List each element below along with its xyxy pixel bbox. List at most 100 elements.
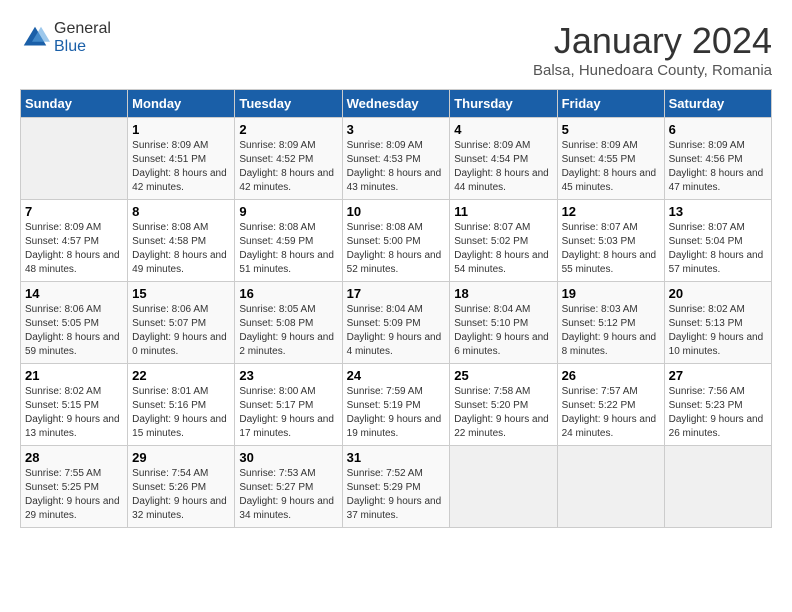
day-number: 4	[454, 122, 552, 137]
week-row-1: 1Sunrise: 8:09 AMSunset: 4:51 PMDaylight…	[21, 118, 772, 200]
day-info: Sunrise: 8:03 AMSunset: 5:12 PMDaylight:…	[562, 303, 660, 359]
day-info: Sunrise: 8:04 AMSunset: 5:09 PMDaylight:…	[347, 303, 446, 359]
day-number: 18	[454, 286, 552, 301]
day-cell: 20Sunrise: 8:02 AMSunset: 5:13 PMDayligh…	[664, 282, 771, 364]
day-info: Sunrise: 7:58 AMSunset: 5:20 PMDaylight:…	[454, 385, 552, 441]
day-info: Sunrise: 8:09 AMSunset: 4:55 PMDaylight:…	[562, 139, 660, 195]
day-cell: 30 Sunrise: 7:53 AMSunset: 5:27 PMDayligh…	[235, 446, 342, 528]
day-cell: 17 Sunrise: 8:04 AMSunset: 5:09 PMDayligh…	[342, 282, 450, 364]
day-number: 17	[347, 286, 446, 301]
logo-general-text: General	[54, 20, 111, 37]
column-header-sunday: Sunday	[21, 90, 128, 118]
page-header: General Blue January 2024 Balsa, Hunedoa…	[20, 20, 772, 79]
day-cell: 10 Sunrise: 8:08 AMSunset: 5:00 PMDayligh…	[342, 200, 450, 282]
calendar-subtitle: Balsa, Hunedoara County, Romania	[533, 62, 772, 79]
day-cell: 1Sunrise: 8:09 AMSunset: 4:51 PMDaylight…	[128, 118, 235, 200]
day-number: 12	[562, 204, 660, 219]
day-cell: 24 Sunrise: 7:59 AMSunset: 5:19 PMDayligh…	[342, 364, 450, 446]
day-number: 3	[347, 122, 446, 137]
day-number: 7	[25, 204, 123, 219]
week-row-3: 14 Sunrise: 8:06 AMSunset: 5:05 PMDayligh…	[21, 282, 772, 364]
day-number: 10	[347, 204, 446, 219]
day-number: 23	[239, 368, 337, 383]
day-cell	[664, 446, 771, 528]
day-info: Sunrise: 8:09 AMSunset: 4:51 PMDaylight:…	[132, 139, 230, 195]
header-row: SundayMondayTuesdayWednesdayThursdayFrid…	[21, 90, 772, 118]
column-header-saturday: Saturday	[664, 90, 771, 118]
week-row-4: 21 Sunrise: 8:02 AMSunset: 5:15 PMDayligh…	[21, 364, 772, 446]
day-cell: 4Sunrise: 8:09 AMSunset: 4:54 PMDaylight…	[450, 118, 557, 200]
day-number: 28	[25, 450, 123, 465]
day-cell: 26Sunrise: 7:57 AMSunset: 5:22 PMDayligh…	[557, 364, 664, 446]
column-header-tuesday: Tuesday	[235, 90, 342, 118]
column-header-thursday: Thursday	[450, 90, 557, 118]
day-cell: 9Sunrise: 8:08 AMSunset: 4:59 PMDaylight…	[235, 200, 342, 282]
day-info: Sunrise: 8:06 AMSunset: 5:05 PMDaylight:…	[25, 303, 123, 359]
day-info: Sunrise: 8:08 AMSunset: 4:58 PMDaylight:…	[132, 221, 230, 277]
day-info: Sunrise: 7:54 AMSunset: 5:26 PMDaylight:…	[132, 467, 230, 523]
day-cell: 3 Sunrise: 8:09 AMSunset: 4:53 PMDaylight…	[342, 118, 450, 200]
day-cell: 11 Sunrise: 8:07 AMSunset: 5:02 PMDayligh…	[450, 200, 557, 282]
day-number: 27	[669, 368, 767, 383]
day-number: 11	[454, 204, 552, 219]
day-number: 22	[132, 368, 230, 383]
logo-blue-text: Blue	[54, 38, 86, 55]
day-info: Sunrise: 8:07 AMSunset: 5:04 PMDaylight:…	[669, 221, 767, 277]
day-number: 13	[669, 204, 767, 219]
day-cell: 2Sunrise: 8:09 AMSunset: 4:52 PMDaylight…	[235, 118, 342, 200]
day-cell: 21 Sunrise: 8:02 AMSunset: 5:15 PMDayligh…	[21, 364, 128, 446]
day-number: 8	[132, 204, 230, 219]
calendar-table: SundayMondayTuesdayWednesdayThursdayFrid…	[20, 89, 772, 528]
logo: General Blue	[20, 20, 111, 56]
day-cell: 6Sunrise: 8:09 AMSunset: 4:56 PMDaylight…	[664, 118, 771, 200]
title-section: January 2024 Balsa, Hunedoara County, Ro…	[533, 20, 772, 79]
day-number: 29	[132, 450, 230, 465]
day-cell: 28 Sunrise: 7:55 AMSunset: 5:25 PMDayligh…	[21, 446, 128, 528]
day-cell: 25 Sunrise: 7:58 AMSunset: 5:20 PMDayligh…	[450, 364, 557, 446]
day-cell: 8 Sunrise: 8:08 AMSunset: 4:58 PMDaylight…	[128, 200, 235, 282]
day-cell: 15 Sunrise: 8:06 AMSunset: 5:07 PMDayligh…	[128, 282, 235, 364]
day-info: Sunrise: 7:56 AMSunset: 5:23 PMDaylight:…	[669, 385, 767, 441]
week-row-5: 28 Sunrise: 7:55 AMSunset: 5:25 PMDayligh…	[21, 446, 772, 528]
day-number: 21	[25, 368, 123, 383]
day-number: 14	[25, 286, 123, 301]
day-number: 30	[239, 450, 337, 465]
day-number: 20	[669, 286, 767, 301]
day-number: 31	[347, 450, 446, 465]
day-cell: 13 Sunrise: 8:07 AMSunset: 5:04 PMDayligh…	[664, 200, 771, 282]
day-info: Sunrise: 8:08 AMSunset: 5:00 PMDaylight:…	[347, 221, 446, 277]
day-cell: 18 Sunrise: 8:04 AMSunset: 5:10 PMDayligh…	[450, 282, 557, 364]
day-number: 16	[239, 286, 337, 301]
day-info: Sunrise: 8:09 AMSunset: 4:53 PMDaylight:…	[347, 139, 446, 195]
day-info: Sunrise: 8:05 AMSunset: 5:08 PMDaylight:…	[239, 303, 337, 359]
day-info: Sunrise: 8:01 AMSunset: 5:16 PMDaylight:…	[132, 385, 230, 441]
day-cell: 5Sunrise: 8:09 AMSunset: 4:55 PMDaylight…	[557, 118, 664, 200]
day-number: 19	[562, 286, 660, 301]
day-info: Sunrise: 7:52 AMSunset: 5:29 PMDaylight:…	[347, 467, 446, 523]
day-cell: 27 Sunrise: 7:56 AMSunset: 5:23 PMDayligh…	[664, 364, 771, 446]
day-number: 25	[454, 368, 552, 383]
day-cell	[21, 118, 128, 200]
day-cell: 31 Sunrise: 7:52 AMSunset: 5:29 PMDayligh…	[342, 446, 450, 528]
day-info: Sunrise: 8:06 AMSunset: 5:07 PMDaylight:…	[132, 303, 230, 359]
day-info: Sunrise: 7:55 AMSunset: 5:25 PMDaylight:…	[25, 467, 123, 523]
day-cell: 12Sunrise: 8:07 AMSunset: 5:03 PMDayligh…	[557, 200, 664, 282]
day-info: Sunrise: 7:59 AMSunset: 5:19 PMDaylight:…	[347, 385, 446, 441]
day-cell	[450, 446, 557, 528]
day-info: Sunrise: 8:04 AMSunset: 5:10 PMDaylight:…	[454, 303, 552, 359]
day-number: 24	[347, 368, 446, 383]
day-cell: 29 Sunrise: 7:54 AMSunset: 5:26 PMDayligh…	[128, 446, 235, 528]
day-cell: 14 Sunrise: 8:06 AMSunset: 5:05 PMDayligh…	[21, 282, 128, 364]
day-cell: 22 Sunrise: 8:01 AMSunset: 5:16 PMDayligh…	[128, 364, 235, 446]
day-info: Sunrise: 7:53 AMSunset: 5:27 PMDaylight:…	[239, 467, 337, 523]
day-number: 15	[132, 286, 230, 301]
day-info: Sunrise: 7:57 AMSunset: 5:22 PMDaylight:…	[562, 385, 660, 441]
day-info: Sunrise: 8:00 AMSunset: 5:17 PMDaylight:…	[239, 385, 337, 441]
week-row-2: 7Sunrise: 8:09 AMSunset: 4:57 PMDaylight…	[21, 200, 772, 282]
logo-icon	[20, 23, 50, 53]
day-cell	[557, 446, 664, 528]
day-info: Sunrise: 8:07 AMSunset: 5:02 PMDaylight:…	[454, 221, 552, 277]
day-number: 9	[239, 204, 337, 219]
day-info: Sunrise: 8:02 AMSunset: 5:15 PMDaylight:…	[25, 385, 123, 441]
day-cell: 7Sunrise: 8:09 AMSunset: 4:57 PMDaylight…	[21, 200, 128, 282]
